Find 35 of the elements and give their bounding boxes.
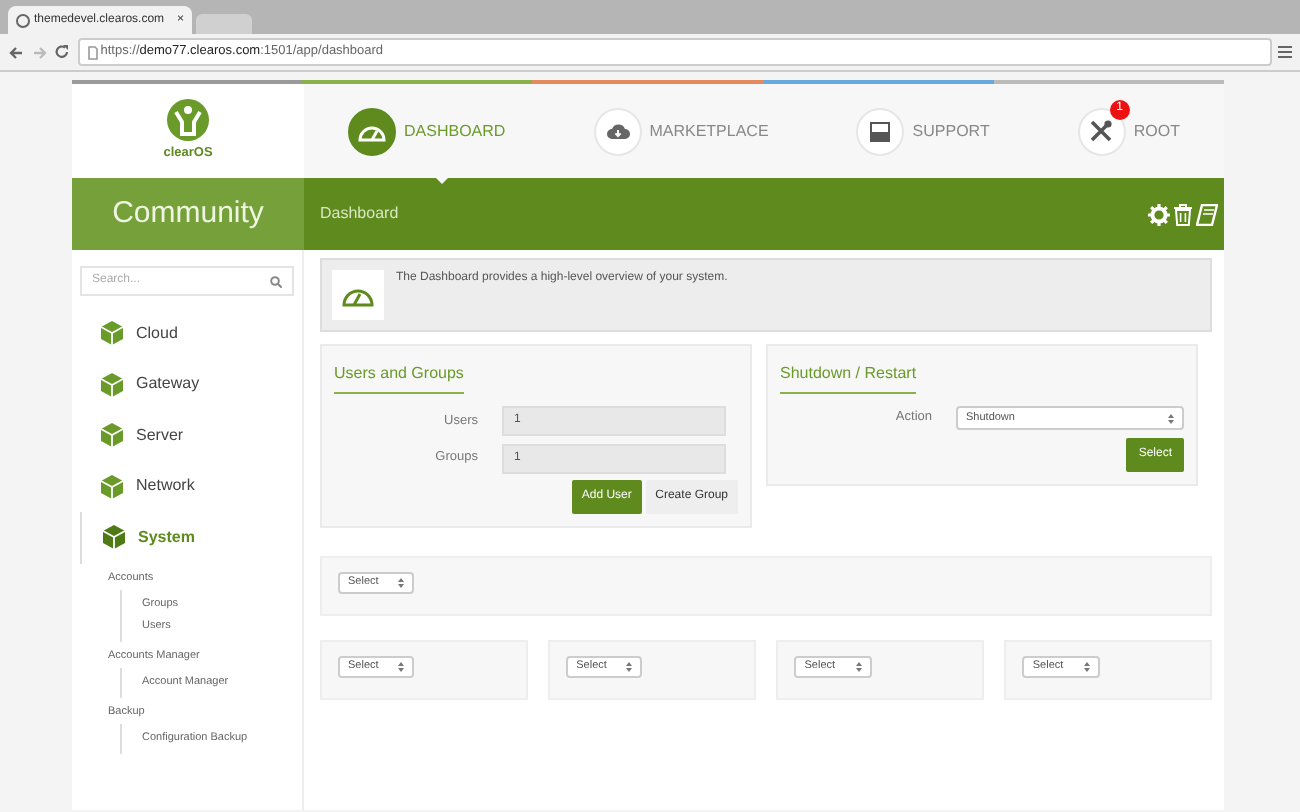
cube-icon: [100, 422, 124, 449]
new-tab-button[interactable]: [195, 14, 252, 34]
updown-icon: [398, 662, 405, 672]
updown-icon: [398, 578, 405, 588]
trash-icon: [1173, 203, 1192, 225]
inbox-icon: [870, 121, 891, 141]
breadcrumb-text: Dashboard: [318, 202, 401, 226]
cloud-download-icon: [605, 122, 630, 140]
sidebar-item[interactable]: Network: [80, 461, 294, 512]
sidebar-item[interactable]: Server: [80, 410, 294, 461]
search-icon: [270, 275, 282, 287]
reload-icon: [54, 44, 70, 60]
settings-icon: [1148, 203, 1170, 225]
updown-icon: [626, 662, 633, 672]
updown-icon: [1083, 662, 1090, 672]
book-icon: [1195, 203, 1217, 225]
sidebar-item[interactable]: Gateway: [80, 359, 294, 410]
logo-icon: [166, 98, 210, 143]
cube-icon: [100, 473, 124, 500]
tools-icon: [1090, 120, 1113, 142]
sidebar-item[interactable]: System: [80, 512, 294, 563]
panel-title: Users and Groups: [334, 362, 464, 394]
back-icon: [8, 45, 24, 59]
sidebar-item[interactable]: Cloud: [80, 308, 294, 359]
cube-icon: [100, 371, 124, 398]
updown-icon: [855, 662, 862, 672]
updown-icon: [1168, 413, 1174, 423]
cube-icon: [100, 320, 124, 347]
forward-icon: [31, 45, 47, 59]
page-icon: [87, 45, 97, 59]
edition-title: Community: [72, 178, 304, 250]
menu-icon: [1278, 46, 1292, 58]
cube-icon: [102, 524, 126, 551]
panel-title: Shutdown / Restart: [780, 362, 917, 394]
globe-icon: [16, 13, 30, 27]
